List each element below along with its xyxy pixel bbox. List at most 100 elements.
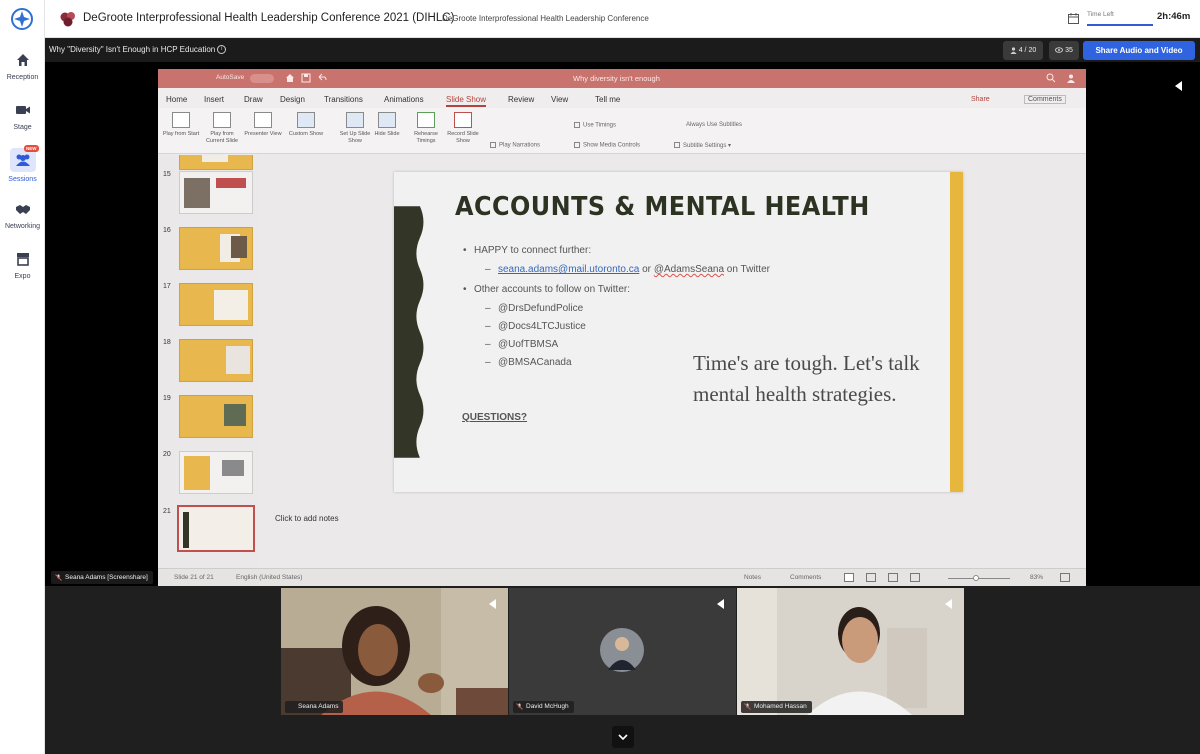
speaker-icon[interactable]: [714, 598, 726, 610]
hide-slide-button[interactable]: Hide Slide: [367, 112, 407, 138]
thumbnail-text-box: [226, 346, 250, 374]
play-from-start-label: Play from Start: [162, 131, 200, 137]
info-icon[interactable]: i: [217, 45, 227, 55]
slideshow-icon[interactable]: [910, 573, 920, 582]
slide-bullet-happy: HAPPY to connect further:: [463, 245, 591, 256]
nav-label-stage: Stage: [13, 124, 32, 131]
use-timings-checkbox[interactable]: Use Timings: [574, 122, 616, 129]
nav-item-stage[interactable]: Stage: [0, 102, 45, 146]
participant-name-text: David McHugh: [526, 703, 569, 710]
play-narrations-box: [490, 142, 496, 148]
comments-toggle[interactable]: Comments: [790, 574, 821, 581]
tab-draw[interactable]: Draw: [244, 95, 263, 104]
tab-animations[interactable]: Animations: [384, 95, 424, 104]
tab-tell-me[interactable]: Tell me: [595, 95, 620, 104]
search-icon[interactable]: [1046, 73, 1056, 83]
nav-item-reception[interactable]: Reception: [0, 52, 45, 96]
slide-email-link[interactable]: seana.adams@mail.utoronto.ca: [498, 264, 639, 275]
notes-placeholder[interactable]: Click to add notes: [275, 514, 339, 523]
thumbnail-number: 19: [163, 395, 171, 402]
share-audio-video-button[interactable]: Share Audio and Video: [1083, 41, 1195, 60]
participant-tile-david-mchugh[interactable]: David McHugh: [509, 588, 736, 715]
ppt-status-bar: Slide 21 of 21 English (United States) N…: [158, 568, 1086, 586]
slide-counter: Slide 21 of 21: [174, 574, 214, 581]
app-logo-icon[interactable]: [11, 8, 33, 30]
notes-toggle[interactable]: Notes: [744, 574, 761, 581]
play-from-start-button[interactable]: Play from Start: [161, 112, 201, 138]
time-left-value: 2h:46m: [1157, 11, 1191, 22]
language-indicator[interactable]: English (United States): [236, 574, 302, 581]
reading-view-icon[interactable]: [888, 573, 898, 582]
slide-thumbnail[interactable]: [179, 171, 253, 214]
slide-thumbnail[interactable]: [179, 339, 253, 382]
custom-show-label: Custom Show: [288, 131, 324, 137]
tab-slide-show[interactable]: Slide Show: [446, 95, 487, 107]
viewers-pill[interactable]: 35: [1049, 41, 1079, 60]
record-slide-show-button[interactable]: Record Slide Show: [443, 112, 483, 145]
event-subtitle[interactable]: DeGroote Interprofessional Health Leader…: [442, 14, 649, 23]
tab-home[interactable]: Home: [166, 95, 187, 104]
ppt-comments-button[interactable]: Comments: [1024, 95, 1066, 104]
ppt-share-button[interactable]: Share: [971, 96, 990, 103]
attendees-pill[interactable]: 4 / 20: [1003, 41, 1043, 60]
normal-view-icon[interactable]: [844, 573, 854, 582]
nav-item-expo[interactable]: Expo: [0, 251, 45, 295]
thumbnail-side-bar: [183, 512, 189, 548]
eye-icon: [1055, 47, 1064, 53]
tab-view[interactable]: View: [551, 95, 568, 104]
account-icon[interactable]: [1066, 73, 1076, 83]
autosave-toggle[interactable]: [250, 74, 274, 83]
participant-name-text: Mohamed Hassan: [754, 703, 807, 710]
zoom-level[interactable]: 83%: [1030, 574, 1043, 581]
slide-thumbnail[interactable]: [179, 227, 253, 270]
tab-design[interactable]: Design: [280, 95, 305, 104]
slide-thumbnail[interactable]: [179, 395, 253, 438]
show-media-controls-checkbox[interactable]: Show Media Controls: [574, 142, 640, 149]
play-narrations-checkbox[interactable]: Play Narrations: [490, 142, 540, 149]
collapse-participants-button[interactable]: [612, 726, 634, 748]
autosave-label: AutoSave: [216, 74, 245, 81]
rehearse-timings-button[interactable]: Rehearse Timings: [406, 112, 446, 145]
fit-to-window-icon[interactable]: [1060, 573, 1070, 582]
rehearse-timings-label: Rehearse Timings: [414, 131, 438, 144]
participant-video: [737, 588, 964, 715]
always-use-subtitles-toggle[interactable]: Always Use Subtitles: [686, 122, 742, 128]
thumbnail-text-box: [202, 155, 228, 162]
speaker-icon[interactable]: [486, 598, 498, 610]
zoom-slider-handle[interactable]: [973, 575, 979, 581]
nav-item-networking[interactable]: Networking: [0, 201, 45, 245]
tab-insert[interactable]: Insert: [204, 95, 224, 104]
nav-item-sessions[interactable]: NEW Sessions: [0, 145, 45, 192]
zoom-slider-track[interactable]: [948, 578, 1010, 579]
subtitle-settings-dropdown[interactable]: Subtitle Settings ▾: [674, 142, 731, 149]
presenter-view-button[interactable]: Presenter View: [243, 112, 283, 138]
participant-tile-mohamed-hassan[interactable]: Mohamed Hassan: [737, 588, 964, 715]
slide-sorter-icon[interactable]: [866, 573, 876, 582]
slide-thumbnail-selected[interactable]: [177, 505, 255, 552]
speaker-icon[interactable]: [942, 598, 954, 610]
person-icon: [1010, 47, 1017, 54]
left-navigation: Reception Stage NEW Sessions Networking …: [0, 0, 45, 754]
slide-thumbnail[interactable]: [179, 155, 253, 170]
slide-twitter-handle: @AdamsSeana: [653, 264, 725, 275]
thumbnail-number: 20: [163, 451, 171, 458]
play-current-slide-button[interactable]: Play from Current Slide: [202, 112, 242, 145]
show-media-controls-label: Show Media Controls: [583, 142, 641, 149]
slide-thumbnail[interactable]: [179, 283, 253, 326]
participant-tile-seana-adams[interactable]: Seana Adams: [281, 588, 508, 715]
new-badge: NEW: [24, 145, 39, 152]
mic-muted-icon: [516, 703, 523, 710]
nav-label-sessions: Sessions: [8, 176, 37, 183]
save-icon[interactable]: [301, 73, 311, 83]
tab-transitions[interactable]: Transitions: [324, 95, 363, 104]
tab-review[interactable]: Review: [508, 95, 534, 104]
undo-icon[interactable]: [317, 73, 327, 83]
slide-bullet-other-accounts: Other accounts to follow on Twitter:: [463, 284, 630, 295]
presenter-view-label: Presenter View: [244, 131, 282, 137]
custom-show-button[interactable]: Custom Show: [286, 112, 326, 138]
nav-label-expo: Expo: [14, 273, 31, 280]
speaker-icon[interactable]: [1172, 80, 1184, 92]
calendar-icon[interactable]: [1068, 13, 1079, 24]
slide-thumbnail[interactable]: [179, 451, 253, 494]
home-icon[interactable]: [285, 73, 295, 83]
